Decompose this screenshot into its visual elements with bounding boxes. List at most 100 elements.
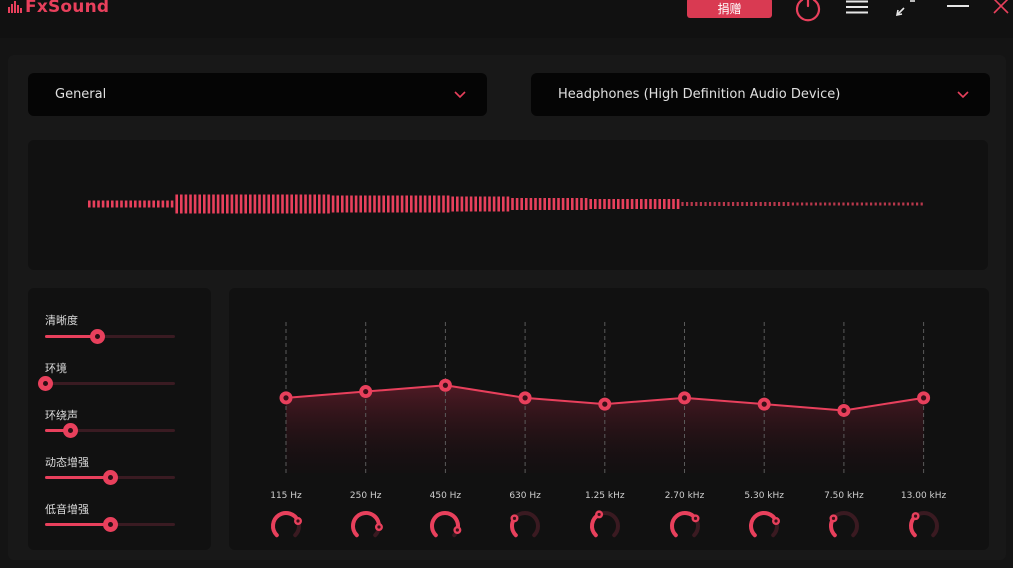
eq-band-label: 450 Hz — [429, 491, 462, 501]
slider-handle[interactable] — [103, 470, 118, 485]
spectrum-bar — [304, 194, 307, 214]
spectrum-bar — [285, 194, 289, 214]
spectrum-bar — [653, 199, 657, 209]
menu-icon[interactable] — [845, 0, 869, 14]
spectrum-bar — [787, 202, 790, 206]
eq-band-label: 1.25 kHz — [584, 491, 625, 501]
effect-slider[interactable] — [45, 517, 175, 532]
donate-button[interactable]: 捐赠 — [687, 0, 772, 18]
effect-slider[interactable] — [45, 423, 175, 438]
spectrum-bar — [745, 202, 748, 206]
spectrum-bar — [667, 199, 671, 209]
minimize-to-tray-icon[interactable] — [893, 0, 919, 20]
spectrum-bar — [847, 202, 850, 206]
knob-handle-center — [831, 516, 835, 520]
eq-band-knob[interactable] — [906, 508, 942, 544]
minimize-icon[interactable] — [946, 2, 970, 10]
preset-dropdown[interactable]: General — [28, 73, 487, 116]
spectrum-bar — [226, 194, 229, 214]
eq-band-knob[interactable] — [427, 508, 463, 544]
eq-band-knob[interactable] — [826, 508, 862, 544]
eq-band-knob[interactable] — [587, 508, 623, 544]
spectrum-bar — [281, 194, 284, 214]
spectrum-bar — [778, 202, 781, 206]
spectrum-bar — [893, 202, 896, 206]
spectrum-bar — [764, 202, 767, 206]
spectrum-bar — [249, 194, 252, 214]
spectrum-bar — [138, 200, 142, 208]
spectrum-bar — [354, 195, 358, 213]
spectrum-bar — [414, 195, 418, 213]
spectrum-bar — [97, 200, 100, 208]
spectrum-bar — [626, 199, 629, 209]
spectrum-bar — [382, 195, 385, 213]
spectrum-bar — [143, 200, 146, 208]
slider-handle[interactable] — [90, 329, 105, 344]
effect-slider[interactable] — [45, 470, 175, 485]
spectrum-bar — [442, 195, 445, 213]
spectrum-bar — [791, 202, 794, 206]
eq-band-label: 115 Hz — [270, 491, 302, 501]
spectrum-bar — [543, 198, 546, 210]
spectrum-bar — [865, 202, 868, 206]
knob-handle-center — [774, 519, 778, 523]
spectrum-bar — [203, 194, 206, 214]
spectrum-bar — [773, 202, 776, 206]
spectrum-bar — [267, 194, 270, 214]
spectrum-bar — [796, 202, 799, 206]
slider-handle[interactable] — [62, 423, 78, 438]
spectrum-bar — [782, 202, 785, 206]
spectrum-bar — [681, 202, 684, 206]
device-dropdown[interactable]: Headphones (High Definition Audio Device… — [531, 73, 990, 116]
spectrum-bar — [837, 202, 840, 206]
effect-slider[interactable] — [38, 376, 175, 391]
spectrum-bar — [768, 202, 771, 206]
slider-handle[interactable] — [38, 376, 53, 391]
spectrum-bar — [511, 198, 514, 210]
spectrum-bar — [589, 199, 592, 209]
eq-band-knob[interactable] — [746, 508, 782, 544]
spectrum-bar — [686, 202, 689, 206]
spectrum-bar — [124, 200, 128, 208]
eq-band-handle-center — [602, 401, 608, 407]
eq-band-knob[interactable] — [667, 508, 703, 544]
spectrum-bar — [851, 202, 854, 206]
knob-value-arc — [271, 511, 301, 538]
spectrum-bar — [207, 194, 211, 214]
spectrum-bar — [331, 195, 335, 213]
slider-fill — [45, 476, 110, 479]
spectrum-bar — [469, 196, 473, 212]
spectrum-bar — [479, 196, 482, 212]
spectrum-bar — [594, 199, 597, 209]
equalizer-panel: 115 Hz 250 Hz 450 Hz 630 Hz 1.25 kHz 2.70 kHz… — [229, 288, 989, 550]
eq-band-knob[interactable] — [268, 508, 304, 544]
eq-band-handle-center — [841, 407, 847, 414]
spectrum-bar — [184, 194, 188, 214]
eq-band-handle-center — [921, 395, 927, 401]
spectrum-bar — [106, 200, 109, 208]
effect-slider[interactable] — [45, 329, 175, 344]
close-icon[interactable] — [991, 0, 1011, 16]
power-icon[interactable] — [793, 0, 823, 22]
spectrum-bar — [129, 200, 132, 208]
eq-band-knob[interactable] — [507, 508, 543, 544]
spectrum-bar — [92, 200, 96, 208]
eq-band-label: 250 Hz — [349, 491, 382, 501]
spectrum-bar — [446, 195, 450, 213]
spectrum-bar — [336, 195, 339, 213]
spectrum-bar — [428, 195, 431, 213]
spectrum-bar — [621, 199, 625, 209]
eq-band-handle-center — [363, 388, 369, 395]
slider-handle[interactable] — [103, 517, 118, 532]
spectrum-bar — [515, 198, 519, 210]
knob-handle-center — [456, 528, 460, 532]
spectrum-bar — [396, 195, 399, 213]
spectrum-bar — [699, 202, 702, 206]
eq-band-handle-center — [761, 401, 767, 407]
spectrum-bar — [552, 198, 556, 210]
spectrum-bar — [704, 202, 707, 206]
spectrum-bar — [814, 202, 817, 206]
spectrum-bar — [548, 198, 551, 210]
spectrum-bar — [262, 194, 266, 214]
eq-band-knob[interactable] — [348, 508, 384, 544]
